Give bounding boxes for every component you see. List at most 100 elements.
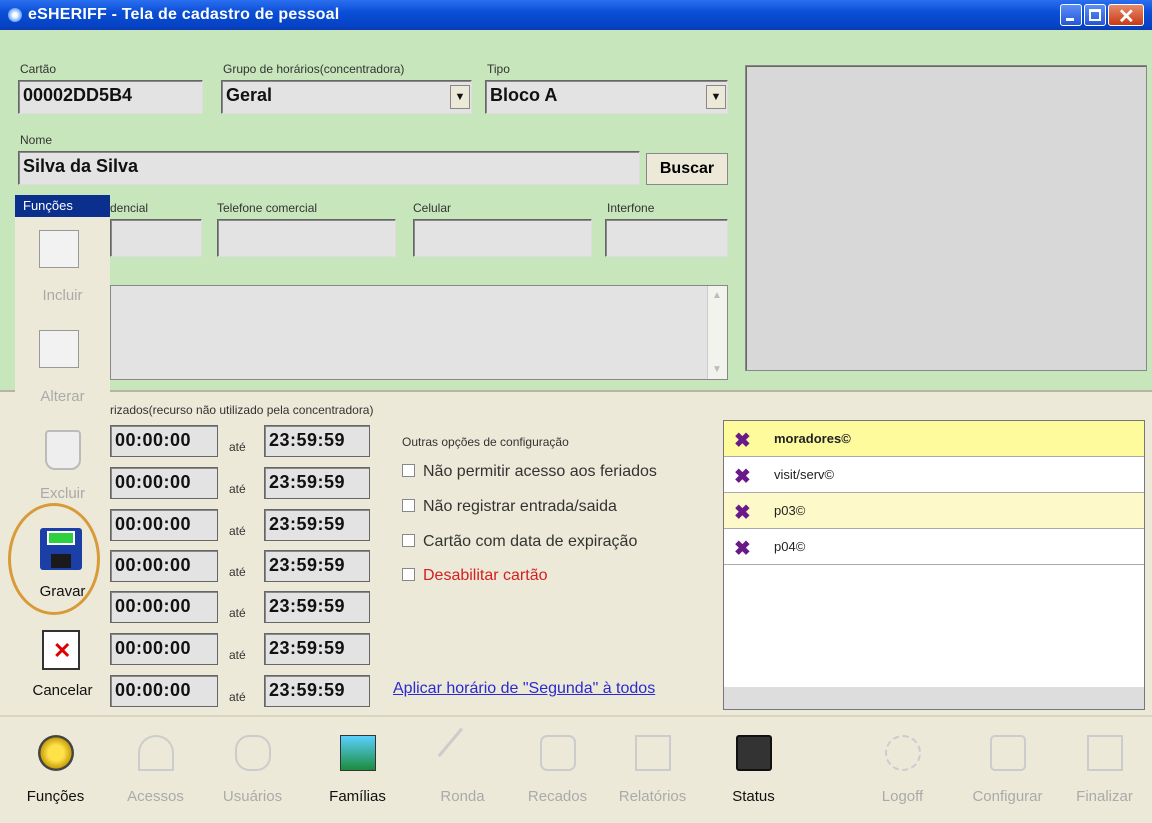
scroll-up-icon[interactable]: ▲ (712, 290, 722, 301)
flashlight-icon (437, 727, 489, 779)
from-time-field[interactable]: 00:00:00 (110, 425, 218, 457)
grupo-select[interactable]: Geral ▼ (221, 80, 472, 114)
celular-label: Celular (413, 201, 452, 215)
toolbar-usuarios[interactable]: Usuários (205, 730, 300, 815)
toolbar-label: Famílias (329, 788, 386, 805)
functions-panel: Funções Incluir Alterar Excluir Gravar ✕… (15, 195, 110, 715)
remove-x-icon[interactable]: ✖ (734, 500, 751, 525)
toolbar-ronda[interactable]: Ronda (415, 727, 510, 815)
from-time-field[interactable]: 00:00:00 (110, 633, 218, 665)
option-label: Desabilitar cartão (423, 567, 548, 584)
list-item[interactable]: ✖ moradores© (724, 421, 1144, 457)
cancel-icon: ✕ (42, 630, 80, 670)
maximize-button[interactable] (1084, 4, 1106, 26)
remove-x-icon[interactable]: ✖ (734, 428, 751, 453)
delete-button[interactable]: Excluir (15, 485, 110, 502)
to-time-field[interactable]: 23:59:59 (264, 425, 370, 457)
from-time-field[interactable]: 00:00:00 (110, 467, 218, 499)
chevron-down-icon[interactable]: ▼ (706, 85, 726, 109)
to-time-field[interactable]: 23:59:59 (264, 591, 370, 623)
app-icon (8, 8, 22, 22)
toolbar-recados[interactable]: Recados (510, 730, 605, 815)
tel-residencial-field[interactable] (110, 219, 202, 257)
schedule-header: rizados(recurso não utilizado pela conce… (110, 403, 374, 417)
trash-icon (45, 430, 81, 470)
exit-icon (1087, 735, 1123, 771)
from-time-field[interactable]: 00:00:00 (110, 550, 218, 582)
list-item[interactable]: ✖ p04© (724, 529, 1144, 565)
grupo-label: Grupo de horários(concentradora) (223, 62, 405, 76)
status-icon (736, 735, 772, 771)
toolbar-acessos[interactable]: Acessos (108, 730, 203, 815)
checkbox[interactable] (402, 568, 415, 581)
tipo-label: Tipo (487, 62, 510, 76)
ate-label: até (229, 648, 246, 662)
toolbar-logoff[interactable]: Logoff (855, 730, 950, 815)
list-item[interactable]: ✖ visit/serv© (724, 457, 1144, 493)
apply-schedule-link[interactable]: Aplicar horário de "Segunda" à todos (393, 680, 655, 698)
cancel-button[interactable]: Cancelar (15, 682, 110, 699)
chevron-down-icon[interactable]: ▼ (450, 85, 470, 109)
cartao-label: Cartão (20, 62, 57, 76)
include-folder-icon (39, 230, 79, 268)
option-disable-card[interactable]: Desabilitar cartão (402, 567, 548, 585)
to-time-field[interactable]: 23:59:59 (264, 467, 370, 499)
tipo-select[interactable]: Bloco A ▼ (485, 80, 728, 114)
remove-x-icon[interactable]: ✖ (734, 464, 751, 489)
from-time-field[interactable]: 00:00:00 (110, 675, 218, 707)
groups-list[interactable]: ✖ moradores© ✖ visit/serv© ✖ p03© ✖ p04© (723, 420, 1145, 710)
notes-memo[interactable]: ▲ ▼ (110, 285, 728, 380)
users-icon (235, 735, 271, 771)
checkbox[interactable] (402, 534, 415, 547)
toolbar-funcoes[interactable]: Funções (8, 730, 103, 815)
to-time-field[interactable]: 23:59:59 (264, 550, 370, 582)
tel-comercial-field[interactable] (217, 219, 396, 257)
buscar-button[interactable]: Buscar (646, 153, 728, 185)
option-no-holidays[interactable]: Não permitir acesso aos feriados (402, 463, 657, 481)
include-button[interactable]: Incluir (15, 287, 110, 304)
remove-x-icon[interactable]: ✖ (734, 536, 751, 561)
memo-scrollbar[interactable]: ▲ ▼ (707, 286, 727, 379)
alter-button[interactable]: Alterar (15, 388, 110, 405)
list-item-label: p04© (774, 539, 806, 554)
toolbar-status[interactable]: Status (706, 730, 801, 815)
to-time-field[interactable]: 23:59:59 (264, 509, 370, 541)
toolbar-label: Funções (26, 788, 85, 805)
minimize-button[interactable] (1060, 4, 1082, 26)
highlight-circle (8, 503, 100, 615)
configure-icon (990, 735, 1026, 771)
celular-field[interactable] (413, 219, 592, 257)
toolbar-familias[interactable]: Famílias (310, 730, 405, 815)
checkbox[interactable] (402, 464, 415, 477)
ate-label: até (229, 482, 246, 496)
tel-comercial-label: Telefone comercial (217, 201, 318, 215)
ate-label: até (229, 565, 246, 579)
close-button[interactable]: ✕ (1108, 4, 1144, 28)
option-label: Não permitir acesso aos feriados (423, 463, 657, 480)
scroll-down-icon[interactable]: ▼ (712, 364, 722, 375)
from-time-field[interactable]: 00:00:00 (110, 591, 218, 623)
options-title: Outras opções de configuração (402, 435, 569, 449)
interfone-field[interactable] (605, 219, 728, 257)
checkbox[interactable] (402, 499, 415, 512)
toolbar-configurar[interactable]: Configurar (960, 730, 1055, 815)
maximize-icon (1089, 9, 1101, 21)
to-time-field[interactable]: 23:59:59 (264, 633, 370, 665)
nome-field[interactable]: Silva da Silva (18, 151, 640, 185)
ate-label: até (229, 606, 246, 620)
option-expiration[interactable]: Cartão com data de expiração (402, 533, 637, 551)
toolbar-finalizar[interactable]: Finalizar (1057, 730, 1152, 815)
tel-residencial-label: dencial (110, 201, 149, 215)
toolbar-relatorios[interactable]: Relatórios (605, 730, 700, 815)
ate-label: até (229, 524, 246, 538)
messages-icon (540, 735, 576, 771)
cartao-field[interactable]: 00002DD5B4 (18, 80, 203, 114)
option-label: Cartão com data de expiração (423, 533, 638, 550)
from-time-field[interactable]: 00:00:00 (110, 509, 218, 541)
option-no-register[interactable]: Não registrar entrada/saida (402, 498, 617, 516)
functions-title: Funções (15, 195, 110, 217)
toolbar-label: Finalizar (1076, 788, 1133, 805)
toolbar-label: Ronda (440, 788, 485, 805)
to-time-field[interactable]: 23:59:59 (264, 675, 370, 707)
list-item[interactable]: ✖ p03© (724, 493, 1144, 529)
